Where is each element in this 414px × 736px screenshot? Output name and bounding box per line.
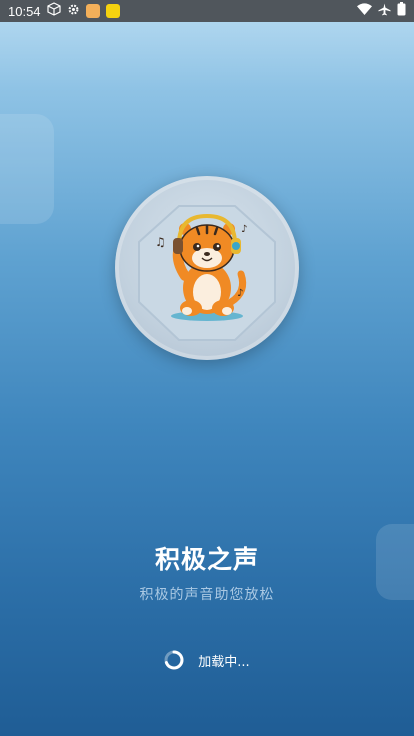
loading-indicator: 加载中... <box>0 650 414 670</box>
decor-shape-left <box>0 114 54 224</box>
svg-text:♪: ♪ <box>237 288 243 299</box>
app-icon-yellow <box>105 4 120 18</box>
svg-text:♫: ♫ <box>155 235 166 249</box>
loading-spinner-icon <box>164 650 184 670</box>
status-bar: 10:54 <box>0 0 414 22</box>
cube-icon <box>46 2 61 20</box>
app-title: 积极之声 <box>154 545 259 574</box>
splash-screen: 10:54 ♫ ♪ ♪ 积极之声 积极的声音助您放松 加载中... <box>0 0 414 736</box>
airplane-icon <box>378 2 391 20</box>
gear-icon <box>67 3 80 20</box>
loading-text: 加载中... <box>198 654 250 670</box>
tiger-headphones-icon: ♫ ♪ ♪ <box>138 205 276 341</box>
app-icon-tiger <box>85 4 100 18</box>
app-logo: ♫ ♪ ♪ <box>115 176 299 360</box>
battery-icon <box>397 2 406 20</box>
wifi-icon <box>357 3 372 19</box>
status-time: 10:54 <box>8 3 41 19</box>
svg-text:♪: ♪ <box>241 224 247 235</box>
app-subtitle: 积极的声音助您放松 <box>139 587 275 603</box>
